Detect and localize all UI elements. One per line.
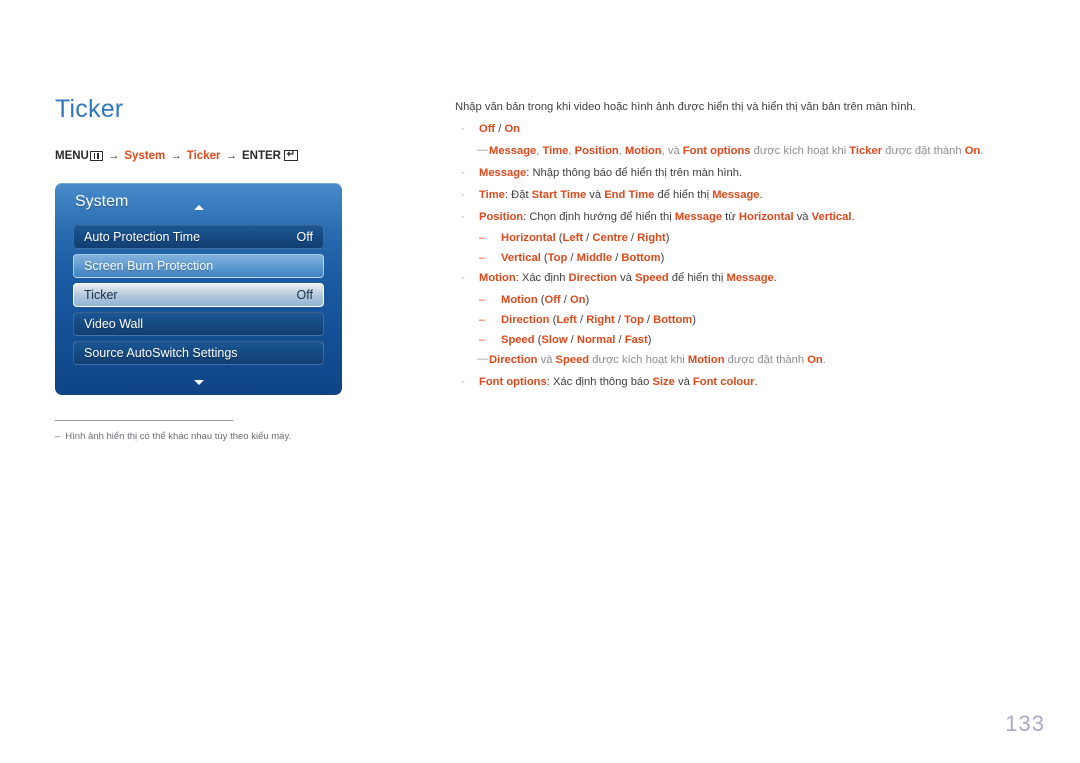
sub-direction: – Direction (Left / Right / Top / Bottom… [479,313,1035,329]
sub-text: Horizontal (Left / Centre / Right) [501,232,670,245]
osd-row-screen-burn-protection[interactable]: Screen Burn Protection [73,254,324,278]
osd-row-video-wall[interactable]: Video Wall [73,312,324,336]
bullet-position: · Position: Chọn định hướng để hiển thị … [455,210,1035,226]
enter-return-icon: ↵ [283,150,298,161]
sub-text: Motion (Off / On) [501,294,590,307]
osd-row-auto-protection-time[interactable]: Auto Protection Time Off [73,225,324,249]
bullet-message: · Message: Nhập thông báo để hiển thị tr… [455,166,1035,182]
breadcrumb-arrow-1: → [107,149,120,162]
bullet-marker: · [461,210,465,223]
sub-marker: – [479,232,486,245]
breadcrumb-ticker: Ticker [186,149,221,162]
breadcrumb-enter-label: ENTER [241,149,281,162]
bullet-text: Motion: Xác định Direction và Speed để h… [479,272,777,285]
bullet-off-on: · Off / On [455,122,1035,138]
footnote-text: Hình ảnh hiển thị có thể khác nhau tùy t… [65,431,292,442]
osd-row-ticker[interactable]: Ticker Off [73,283,324,307]
note-text: Direction và Speed được kích hoạt khi Mo… [489,353,826,366]
page-title: Ticker [55,95,124,123]
intro-paragraph: Nhập văn bản trong khi video hoặc hình ả… [455,101,916,113]
note-ticker-enabled: — Message, Time, Position, Motion, và Fo… [477,144,1035,160]
right-column: Nhập văn bản trong khi video hoặc hình ả… [455,100,1035,397]
bullet-font-options: · Font options: Xác định thông báo Size … [455,375,1035,391]
osd-row-label: Ticker [84,288,118,302]
bullet-text: Message: Nhập thông báo để hiển thị trên… [479,166,743,179]
osd-menu-panel: System Auto Protection Time Off Screen B… [55,183,342,395]
sub-motion: – Motion (Off / On) [479,293,1035,309]
note-marker: — [477,352,488,365]
footnote-dash: – [55,431,61,442]
sub-marker: – [479,333,486,346]
bullet-text: Position: Chọn định hướng để hiển thị Me… [479,210,855,223]
page-number: 133 [1005,711,1045,736]
sub-text: Vertical (Top / Middle / Bottom) [501,252,665,265]
breadcrumb-arrow-2: → [170,149,182,162]
sub-vertical: – Vertical (Top / Middle / Bottom) [479,251,1035,267]
breadcrumb-menu-label: MENU [55,149,89,162]
breadcrumb: MENU → System → Ticker → ENTER ↵ [55,150,415,162]
bullet-marker: · [461,375,465,388]
osd-row-value: Off [296,288,313,302]
triangle-down-icon[interactable] [193,380,204,385]
bullet-time: · Time: Đặt Start Time và End Time để hi… [455,188,1035,204]
note-motion-enabled: — Direction và Speed được kích hoạt khi … [477,353,1035,369]
footnote-divider [55,420,233,421]
osd-row-label: Video Wall [84,317,144,331]
bullet-marker: · [461,122,465,135]
osd-row-value: Off [296,230,313,244]
bullet-marker: · [461,272,465,285]
osd-menu-list: Auto Protection Time Off Screen Burn Pro… [73,225,324,370]
sub-marker: – [479,252,486,265]
breadcrumb-system: System [124,149,166,162]
sub-horizontal: – Horizontal (Left / Centre / Right) [479,231,1035,247]
bullet-text: Font options: Xác định thông báo Size và… [479,375,758,388]
triangle-up-icon[interactable] [193,205,204,210]
sub-marker: – [479,314,486,327]
footnote-text-row: – Hình ảnh hiển thị có thể khác nhau tùy… [55,430,405,443]
breadcrumb-arrow-3: → [225,149,237,162]
sub-speed: – Speed (Slow / Normal / Fast) [479,333,1035,349]
osd-panel-title: System [75,193,129,210]
sub-marker: – [479,294,486,307]
note-marker: — [477,143,488,156]
note-text: Message, Time, Position, Motion, và Font… [489,144,984,157]
osd-row-label: Screen Burn Protection [84,259,214,273]
menu-grid-icon [89,150,103,161]
bullet-text: Time: Đặt Start Time và End Time để hiển… [479,188,763,201]
bullet-text: Off / On [479,122,521,135]
bullet-motion: · Motion: Xác định Direction và Speed để… [455,271,1035,287]
osd-row-source-autoswitch-settings[interactable]: Source AutoSwitch Settings [73,341,324,365]
osd-row-label: Auto Protection Time [84,230,201,244]
osd-row-label: Source AutoSwitch Settings [84,346,238,360]
bullet-marker: · [461,166,465,179]
sub-text: Direction (Left / Right / Top / Bottom) [501,314,696,327]
bullet-marker: · [461,188,465,201]
left-column: Ticker MENU → System → Ticker → ENTER ↵ [55,95,415,162]
footnote: – Hình ảnh hiển thị có thể khác nhau tùy… [55,420,405,443]
sub-text: Speed (Slow / Normal / Fast) [501,333,652,346]
